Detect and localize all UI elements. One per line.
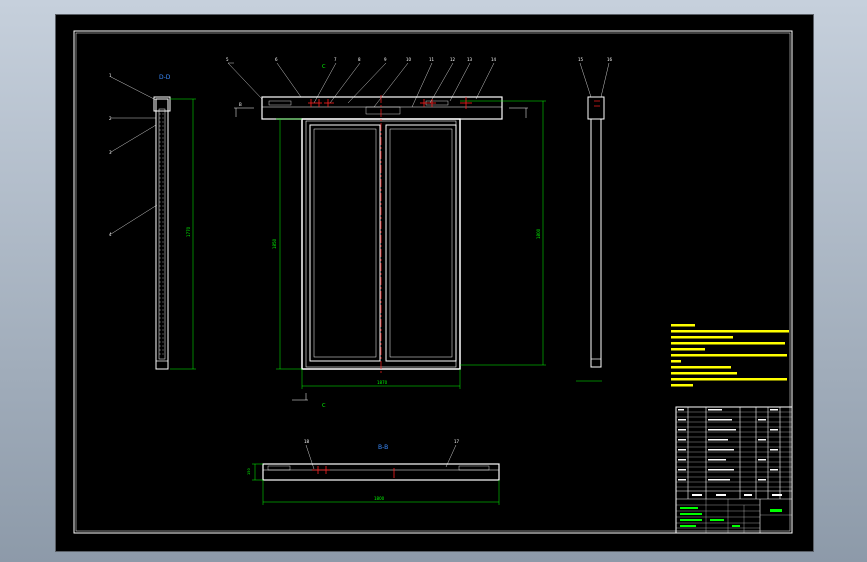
left-height-dim: 1770	[186, 226, 191, 237]
leader-10: 10	[406, 57, 412, 62]
leader-6: 6	[275, 57, 278, 62]
leader-15: 15	[578, 57, 584, 62]
bottom-components	[312, 466, 395, 478]
leader-7: 7	[334, 57, 337, 62]
section-arrow-left: B	[239, 102, 242, 107]
front-height-right-dim: 1800	[536, 228, 541, 239]
leader-8: 8	[358, 57, 361, 62]
leader-5: 5	[226, 57, 229, 62]
right-side-view	[576, 62, 610, 382]
front-width-dim: 1870	[377, 380, 388, 385]
inner-frame	[73, 30, 793, 534]
leader-11: 11	[429, 57, 435, 62]
left-side-view: D-D 1770	[110, 74, 196, 370]
front-height-left-dim: 1850	[272, 238, 277, 249]
leader-9: 9	[384, 57, 387, 62]
bottom-view-label: B-B	[378, 444, 388, 451]
inner-frame-2	[75, 32, 791, 532]
bottom-width-dim: 1800	[374, 496, 385, 501]
cad-drawing: D-D 1770 1 2 3 4 B C C 1850 1800 1870 5 …	[73, 30, 793, 534]
front-view	[227, 62, 546, 401]
bottom-height-dim: 150	[247, 468, 251, 475]
leader-4: 4	[109, 232, 112, 237]
leader-18: 18	[304, 439, 310, 444]
leader-13: 13	[467, 57, 473, 62]
technical-notes	[671, 324, 789, 387]
leader-12: 12	[450, 57, 456, 62]
section-mark-bottom: C	[322, 403, 326, 409]
drawing-sheet: D-D 1770 1 2 3 4 B C C 1850 1800 1870 5 …	[55, 14, 814, 552]
leader-3: 3	[109, 150, 112, 155]
left-view-label: D-D	[159, 74, 171, 81]
leader-16: 16	[607, 57, 613, 62]
section-mark-top: C	[322, 64, 326, 70]
leader-2: 2	[109, 116, 112, 121]
leader-17: 17	[454, 439, 460, 444]
leader-14: 14	[491, 57, 497, 62]
